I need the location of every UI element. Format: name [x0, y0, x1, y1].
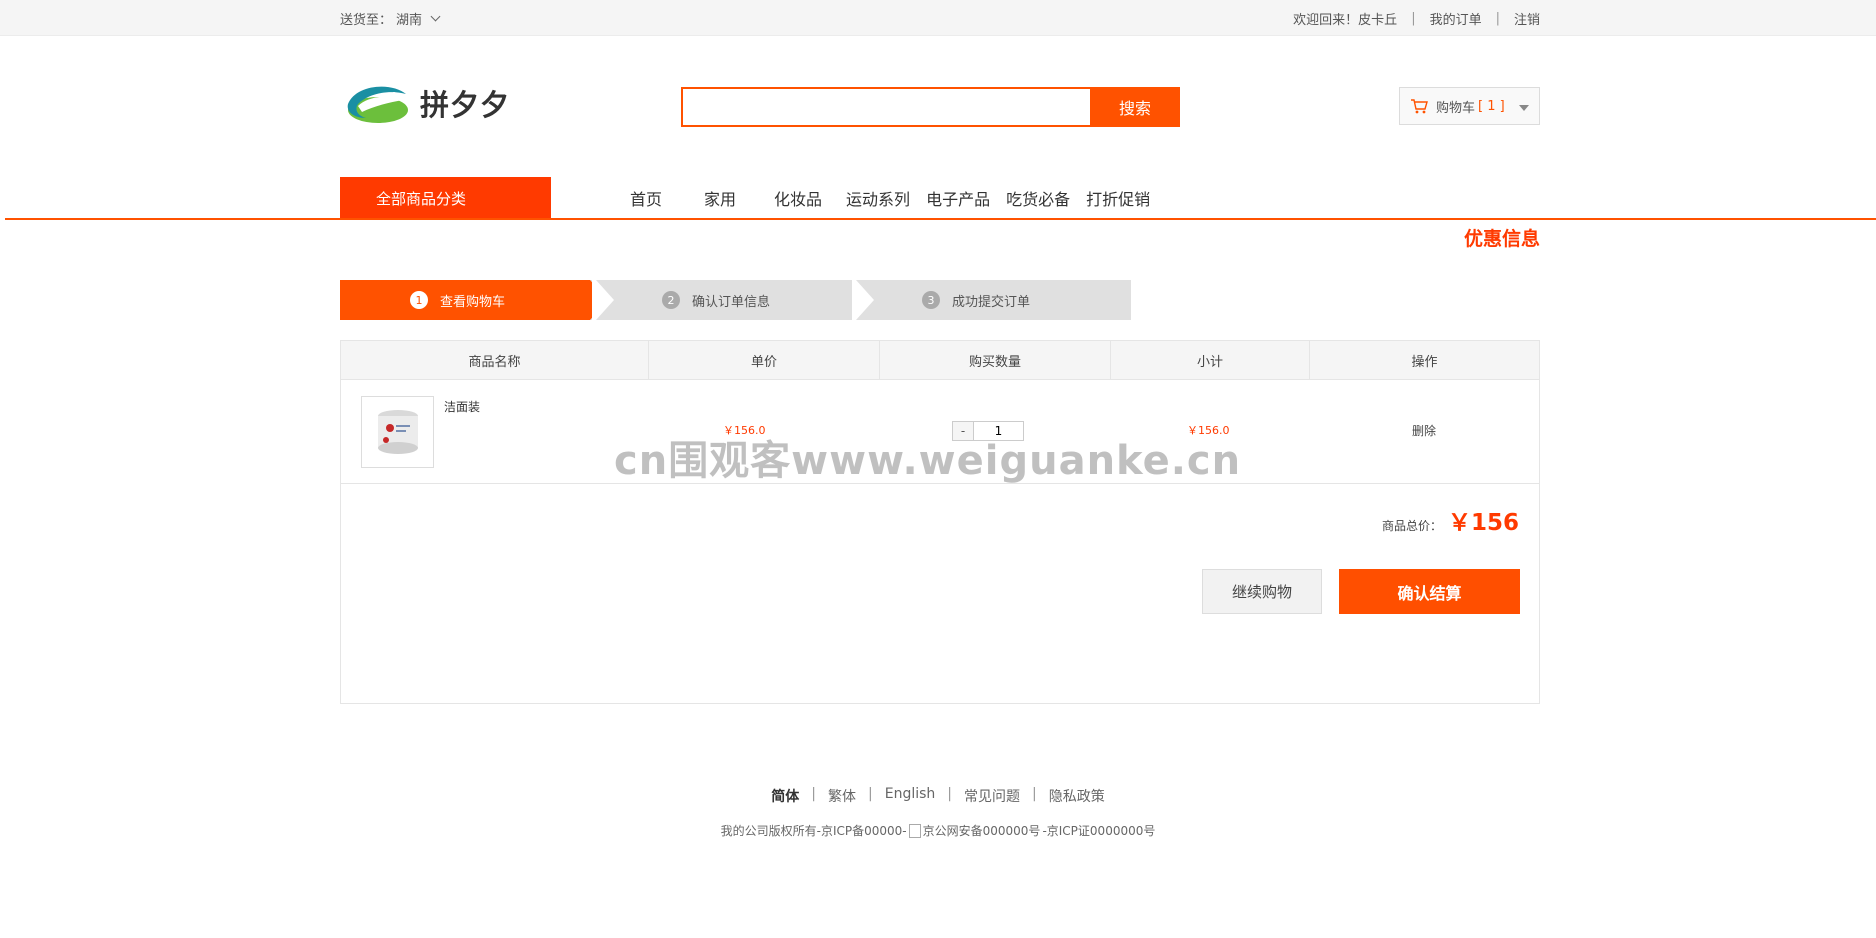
- total-summary: 商品总价： ￥156: [1382, 503, 1519, 537]
- divider: |: [1032, 786, 1037, 802]
- nav-item-discount[interactable]: 打折促销: [1086, 186, 1150, 210]
- chevron-down-icon: [430, 11, 441, 21]
- product-thumbnail[interactable]: [361, 396, 434, 468]
- delete-link[interactable]: 删除: [1412, 422, 1436, 439]
- step-label: 确认订单信息: [692, 294, 771, 310]
- step-number: 1: [410, 291, 428, 309]
- step-order-submitted: 3 成功提交订单: [922, 280, 1030, 320]
- police-record-alt: 京公网安备000000号: [922, 824, 1041, 838]
- step-number: 2: [662, 291, 680, 309]
- nav-item-sports[interactable]: 运动系列: [846, 186, 910, 210]
- ship-label: 送货至：: [340, 12, 393, 28]
- step-label: 成功提交订单: [952, 294, 1031, 310]
- police-record-image: 京公网安备000000号: [908, 822, 1041, 839]
- search-input[interactable]: [681, 87, 1090, 127]
- logo[interactable]: 拼夕夕: [344, 80, 534, 126]
- footer-link-simplified[interactable]: 简体: [771, 786, 799, 806]
- step-label: 查看购物车: [440, 294, 506, 310]
- ship-to[interactable]: 送货至： 湖南: [340, 9, 441, 28]
- search-bar: 搜索: [681, 87, 1180, 127]
- cart-button[interactable]: 购物车 [ 1 ]: [1399, 87, 1540, 125]
- step-confirm-order: 2 确认订单信息: [662, 280, 770, 320]
- nav-item-electronics[interactable]: 电子产品: [926, 186, 990, 210]
- footer-link-english[interactable]: English: [885, 786, 936, 806]
- logo-fish-icon: [347, 86, 408, 123]
- divider: |: [1495, 10, 1500, 26]
- product-jar-image: [377, 410, 418, 454]
- ship-region: 湖南: [396, 12, 423, 28]
- divider: |: [947, 786, 952, 802]
- nav-divider: [5, 218, 1876, 220]
- divider: |: [868, 786, 873, 802]
- top-bar: 送货至： 湖南 欢迎回来！ 皮卡丘 | 我的订单 | 注销: [0, 0, 1876, 36]
- header-action: 操作: [1411, 355, 1438, 370]
- row-subtotal: ￥156.0: [1187, 424, 1230, 437]
- nav-item-food[interactable]: 吃货必备: [1006, 186, 1070, 210]
- header-quantity: 购买数量: [880, 341, 1111, 380]
- username[interactable]: 皮卡丘: [1358, 9, 1397, 28]
- nav-item-home[interactable]: 首页: [630, 186, 662, 210]
- unit-price: ￥156.0: [723, 424, 766, 437]
- icp-text: -京ICP证0000000号: [1042, 824, 1156, 838]
- step-number: 3: [922, 291, 940, 309]
- step-view-cart: 1 查看购物车: [340, 280, 608, 320]
- cart-icon: [1411, 99, 1428, 114]
- footer-link-faq[interactable]: 常见问题: [964, 786, 1020, 806]
- header-price: 单价: [649, 341, 880, 380]
- step-arrow: [592, 280, 614, 320]
- step-arrow: [852, 280, 874, 320]
- copyright-text: 我的公司版权所有-京ICP备00000-: [720, 824, 907, 838]
- cart-table: 商品名称 单价 购买数量 小计 操作 洁面装 ￥156.0 - ￥156.0 删…: [340, 340, 1540, 704]
- footer-links: 简体 | 繁体 | English | 常见问题 | 隐私政策: [0, 786, 1876, 806]
- nav-item-cosmetics[interactable]: 化妆品: [774, 186, 822, 210]
- footer-copyright: 我的公司版权所有-京ICP备00000- 京公网安备000000号 -京ICP证…: [0, 822, 1876, 839]
- search-button[interactable]: 搜索: [1090, 87, 1180, 127]
- total-label: 商品总价：: [1381, 519, 1442, 533]
- footer-link-privacy[interactable]: 隐私政策: [1049, 786, 1105, 806]
- product-name[interactable]: 洁面装: [444, 398, 480, 415]
- broken-image-icon: [908, 823, 921, 838]
- cart-count: [ 1 ]: [1478, 98, 1505, 114]
- cart-label: 购物车: [1436, 100, 1476, 116]
- all-categories-button[interactable]: 全部商品分类: [340, 177, 551, 220]
- welcome-text: 欢迎回来！: [1293, 12, 1359, 28]
- divider: |: [1411, 10, 1416, 26]
- header-subtotal: 小计: [1111, 341, 1310, 380]
- divider: |: [811, 786, 816, 802]
- table-header: 商品名称 单价 购买数量 小计 操作: [341, 341, 1539, 380]
- quantity-input[interactable]: [973, 422, 1023, 440]
- promo-link[interactable]: 优惠信息: [1440, 224, 1540, 251]
- table-row: 洁面装 ￥156.0 - ￥156.0 删除: [341, 380, 1539, 484]
- checkout-button[interactable]: 确认结算: [1339, 569, 1520, 614]
- nav-item-household[interactable]: 家用: [704, 186, 736, 210]
- continue-shopping-button[interactable]: 继续购物: [1202, 569, 1322, 614]
- footer-link-traditional[interactable]: 繁体: [828, 786, 856, 806]
- caret-down-icon: [1519, 105, 1529, 111]
- main-nav: 首页 家用 化妆品 运动系列 电子产品 吃货必备 打折促销: [620, 177, 1166, 218]
- quantity-stepper: -: [952, 421, 1024, 441]
- checkout-steps: 1 查看购物车 2 确认订单信息 3 成功提交订单: [340, 280, 1131, 320]
- logout-link[interactable]: 注销: [1514, 9, 1540, 28]
- header-product: 商品名称: [341, 341, 649, 380]
- quantity-minus-button[interactable]: -: [953, 422, 973, 440]
- total-amount: ￥156: [1447, 510, 1519, 536]
- my-orders-link[interactable]: 我的订单: [1430, 9, 1482, 28]
- logo-text: 拼夕夕: [420, 88, 511, 122]
